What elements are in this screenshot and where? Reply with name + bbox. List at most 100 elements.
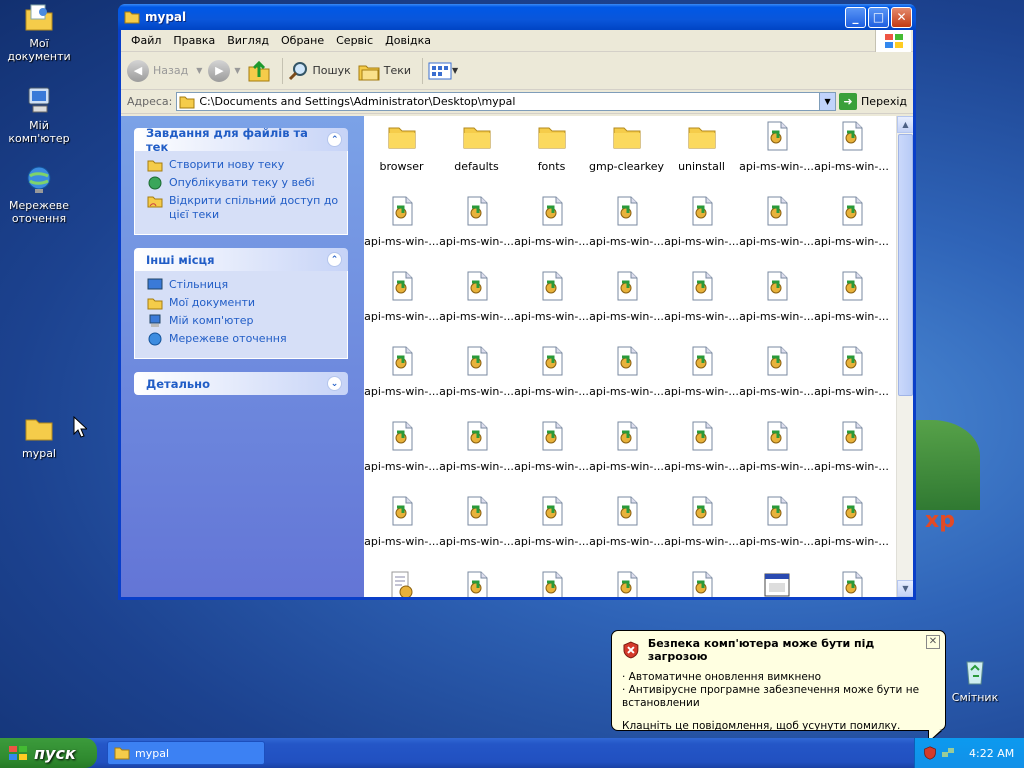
task-share-folder[interactable]: Відкрити спільний доступ до цієї теки <box>147 194 339 222</box>
explorer-window[interactable]: mypal _ □ ✕ Файл Правка Вигляд Обране Се… <box>118 4 916 600</box>
file-item[interactable]: api-ms-win-... <box>739 120 814 195</box>
file-item[interactable]: api-ms-win-... <box>514 345 589 420</box>
start-button[interactable]: пуск <box>0 738 97 768</box>
file-item[interactable]: api-ms-win-... <box>664 420 739 495</box>
folder-item[interactable]: gmp-clearkey <box>589 120 664 195</box>
place-my-computer[interactable]: Мій комп'ютер <box>147 314 339 328</box>
close-button[interactable]: ✕ <box>891 6 912 28</box>
views-button[interactable]: ▼ <box>428 61 458 81</box>
file-item[interactable]: api-ms-win-... <box>664 270 739 345</box>
folder-item[interactable]: browser <box>364 120 439 195</box>
file-item[interactable]: api-ms-win-... <box>589 420 664 495</box>
file-item[interactable]: api-ms-win-... <box>739 195 814 270</box>
file-item[interactable]: api-ms-win-... <box>364 345 439 420</box>
file-item[interactable] <box>589 570 664 597</box>
place-desktop[interactable]: Стільниця <box>147 278 339 292</box>
file-item[interactable]: api-ms-win-... <box>814 120 889 195</box>
desktop-icon-recycle-bin[interactable]: Смітник <box>936 656 1014 704</box>
file-item[interactable]: api-ms-win-... <box>739 495 814 570</box>
menu-tools[interactable]: Сервіс <box>330 34 379 47</box>
security-alert-balloon[interactable]: Безпека комп'ютера може бути під загрозо… <box>611 630 946 743</box>
menu-view[interactable]: Вигляд <box>221 34 275 47</box>
scroll-down-button[interactable]: ▼ <box>897 580 913 597</box>
file-item[interactable]: api-ms-win-... <box>439 270 514 345</box>
file-item[interactable]: api-ms-win-... <box>814 420 889 495</box>
file-item[interactable]: api-ms-win-... <box>439 495 514 570</box>
file-item[interactable]: api-ms-win-... <box>664 345 739 420</box>
file-item[interactable]: api-ms-win-... <box>664 195 739 270</box>
file-item[interactable]: api-ms-win-... <box>364 495 439 570</box>
folders-button[interactable]: Теки <box>357 60 411 82</box>
menu-favorites[interactable]: Обране <box>275 34 330 47</box>
collapse-icon[interactable]: ⌃ <box>327 252 342 267</box>
balloon-close-button[interactable]: ✕ <box>926 635 940 649</box>
scroll-up-button[interactable]: ▲ <box>897 116 913 133</box>
file-item[interactable]: api-ms-win-... <box>739 345 814 420</box>
folder-item[interactable]: defaults <box>439 120 514 195</box>
taskbar-item-mypal[interactable]: mypal <box>107 741 265 765</box>
file-item[interactable] <box>664 570 739 597</box>
minimize-button[interactable]: _ <box>845 6 866 28</box>
folder-item[interactable]: fonts <box>514 120 589 195</box>
vertical-scrollbar[interactable]: ▲ ▼ <box>896 116 913 597</box>
file-item[interactable]: api-ms-win-... <box>739 420 814 495</box>
task-new-folder[interactable]: Створити нову теку <box>147 158 339 172</box>
file-item[interactable]: api-ms-win-... <box>514 420 589 495</box>
collapse-icon[interactable]: ⌃ <box>327 132 342 147</box>
file-item[interactable]: api-ms-win-... <box>589 270 664 345</box>
panel-header[interactable]: Детально ⌄ <box>134 372 348 395</box>
file-item[interactable]: api-ms-win-... <box>814 345 889 420</box>
panel-header[interactable]: Завдання для файлів та тек ⌃ <box>134 126 348 154</box>
file-item[interactable]: api-ms-win-... <box>814 270 889 345</box>
file-item[interactable]: api-ms-win-... <box>814 495 889 570</box>
expand-icon[interactable]: ⌄ <box>327 376 342 391</box>
desktop-icon-network[interactable]: Мережеве оточення <box>0 164 78 225</box>
file-item[interactable]: api-ms-win-... <box>439 345 514 420</box>
file-item[interactable] <box>514 570 589 597</box>
file-item[interactable] <box>814 570 889 597</box>
file-item[interactable]: api-ms-win-... <box>739 270 814 345</box>
file-item[interactable]: api-ms-win-... <box>514 195 589 270</box>
file-item[interactable]: api-ms-win-... <box>439 420 514 495</box>
security-shield-icon[interactable] <box>923 746 937 760</box>
desktop-icon-my-computer[interactable]: Мій комп'ютер <box>0 84 78 145</box>
file-item[interactable]: api-ms-win-... <box>589 195 664 270</box>
task-publish-web[interactable]: Опублікувати теку у вебі <box>147 176 339 190</box>
place-network[interactable]: Мережеве оточення <box>147 332 339 346</box>
back-button[interactable]: ◀ Назад ▼ <box>127 59 202 82</box>
file-item[interactable]: api-ms-win-... <box>364 420 439 495</box>
clock[interactable]: 4:22 AM <box>969 747 1014 760</box>
forward-button[interactable]: ▶ ▼ <box>208 59 241 82</box>
menu-help[interactable]: Довідка <box>379 34 437 47</box>
file-item[interactable]: api-ms-win-... <box>664 495 739 570</box>
maximize-button[interactable]: □ <box>868 6 889 28</box>
file-item[interactable]: api-ms-win-... <box>514 270 589 345</box>
go-button[interactable]: ➜ Перехід <box>839 93 907 110</box>
network-icon[interactable] <box>941 746 955 760</box>
address-input[interactable]: C:\Documents and Settings\Administrator\… <box>176 92 837 111</box>
file-item[interactable]: api-ms-win-... <box>439 195 514 270</box>
up-button[interactable] <box>247 59 271 83</box>
file-item[interactable]: api-ms-win-... <box>364 270 439 345</box>
file-item[interactable]: api-ms-win-... <box>814 195 889 270</box>
file-list[interactable]: browser defaults fonts gmp-clearkey uninstal… <box>364 116 913 597</box>
file-item[interactable]: api-ms-win-... <box>589 495 664 570</box>
menu-file[interactable]: Файл <box>125 34 167 47</box>
folder-item[interactable]: uninstall <box>664 120 739 195</box>
network-places-icon <box>148 332 162 346</box>
place-my-documents[interactable]: Мої документи <box>147 296 339 310</box>
file-item[interactable]: api-ms-win-... <box>589 345 664 420</box>
search-button[interactable]: Пошук <box>288 60 351 82</box>
menu-edit[interactable]: Правка <box>167 34 221 47</box>
scroll-thumb[interactable] <box>898 134 913 396</box>
file-item[interactable] <box>364 570 439 597</box>
file-item[interactable] <box>739 570 814 597</box>
panel-header[interactable]: Інші місця ⌃ <box>134 248 348 271</box>
file-item[interactable] <box>439 570 514 597</box>
desktop-icon-my-documents[interactable]: Мої документи <box>0 2 78 63</box>
desktop-icon-mypal[interactable]: mypal <box>0 412 78 460</box>
file-item[interactable]: api-ms-win-... <box>364 195 439 270</box>
address-dropdown-button[interactable]: ▼ <box>819 93 836 110</box>
title-bar[interactable]: mypal _ □ ✕ <box>118 4 916 30</box>
file-item[interactable]: api-ms-win-... <box>514 495 589 570</box>
